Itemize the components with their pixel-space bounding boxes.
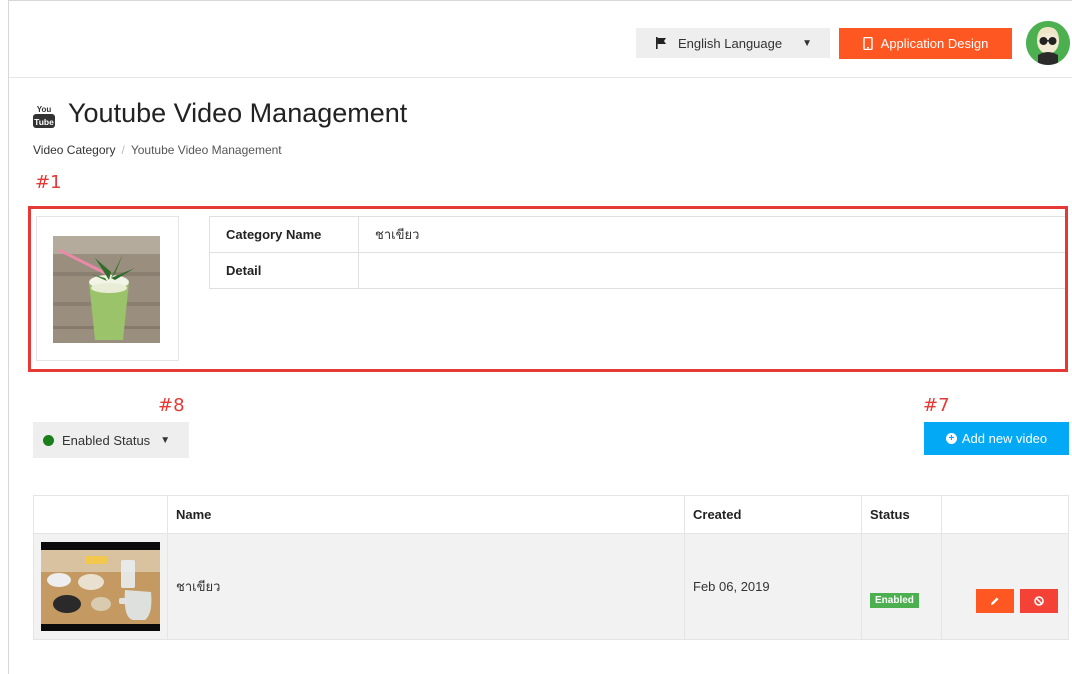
pencil-icon — [991, 597, 999, 605]
table-row: ชาเขียว Feb 06, 2019 Enabled — [33, 533, 1069, 640]
breadcrumb-separator: / — [121, 143, 125, 157]
status-badge: Enabled — [870, 593, 919, 608]
video-thumbnail-cell — [33, 533, 168, 640]
table-header-row: Name Created Status — [33, 495, 1069, 534]
video-created-cell: Feb 06, 2019 — [684, 533, 862, 640]
annotation-marker-8: #8 — [158, 395, 185, 416]
page-title: Youtube Video Management — [68, 98, 408, 128]
top-navbar: English Language ▼ Application Design — [9, 1, 1072, 78]
application-design-label: Application Design — [880, 36, 989, 51]
svg-text:You: You — [37, 105, 52, 114]
add-new-video-button[interactable]: + Add new video — [924, 422, 1069, 455]
breadcrumb-current: Youtube Video Management — [130, 143, 282, 157]
header-name[interactable]: Name — [167, 495, 685, 534]
user-avatar[interactable] — [1026, 21, 1070, 65]
chevron-down-icon: ▼ — [160, 434, 171, 446]
avatar-image — [1026, 21, 1070, 65]
plus-circle-icon: + — [945, 433, 957, 444]
status-dot-icon — [43, 434, 54, 446]
header-thumbnail — [33, 495, 168, 534]
status-filter-dropdown[interactable]: Enabled Status ▼ — [33, 422, 189, 458]
application-design-button[interactable]: Application Design — [839, 28, 1012, 59]
header-status[interactable]: Status — [861, 495, 942, 534]
video-status-cell: Enabled — [861, 533, 942, 640]
language-dropdown[interactable]: English Language ▼ — [636, 28, 830, 58]
video-name: ชาเขียว — [176, 579, 221, 594]
language-label: English Language — [678, 35, 783, 51]
status-filter-label: Enabled Status — [62, 432, 151, 448]
annotation-highlight-box — [28, 206, 1068, 372]
phone-icon — [862, 37, 873, 50]
video-table: Name Created Status ชาเขียว Feb 06, 2019… — [33, 495, 1069, 640]
header-actions — [941, 495, 1069, 534]
add-new-video-label: Add new video — [961, 431, 1048, 446]
video-actions-cell — [941, 533, 1069, 640]
video-name-cell: ชาเขียว — [167, 533, 685, 640]
row-actions — [950, 588, 1060, 613]
annotation-marker-7: #7 — [923, 395, 950, 416]
header-created[interactable]: Created — [684, 495, 862, 534]
delete-video-button[interactable] — [1020, 588, 1058, 613]
youtube-logo-icon: You Tube — [33, 105, 55, 128]
annotation-marker-1: #1 — [35, 172, 62, 193]
edit-video-button[interactable] — [976, 588, 1014, 613]
flag-icon — [656, 37, 666, 49]
chevron-down-icon: ▼ — [802, 37, 812, 49]
svg-text:Tube: Tube — [34, 117, 54, 127]
breadcrumb: Video Category / Youtube Video Management — [33, 143, 282, 157]
breadcrumb-video-category-link[interactable]: Video Category — [33, 143, 116, 157]
frame-left-border — [8, 0, 9, 674]
video-created-date: Feb 06, 2019 — [693, 579, 770, 594]
ban-icon — [1034, 595, 1044, 606]
video-thumbnail-image[interactable] — [41, 542, 160, 631]
